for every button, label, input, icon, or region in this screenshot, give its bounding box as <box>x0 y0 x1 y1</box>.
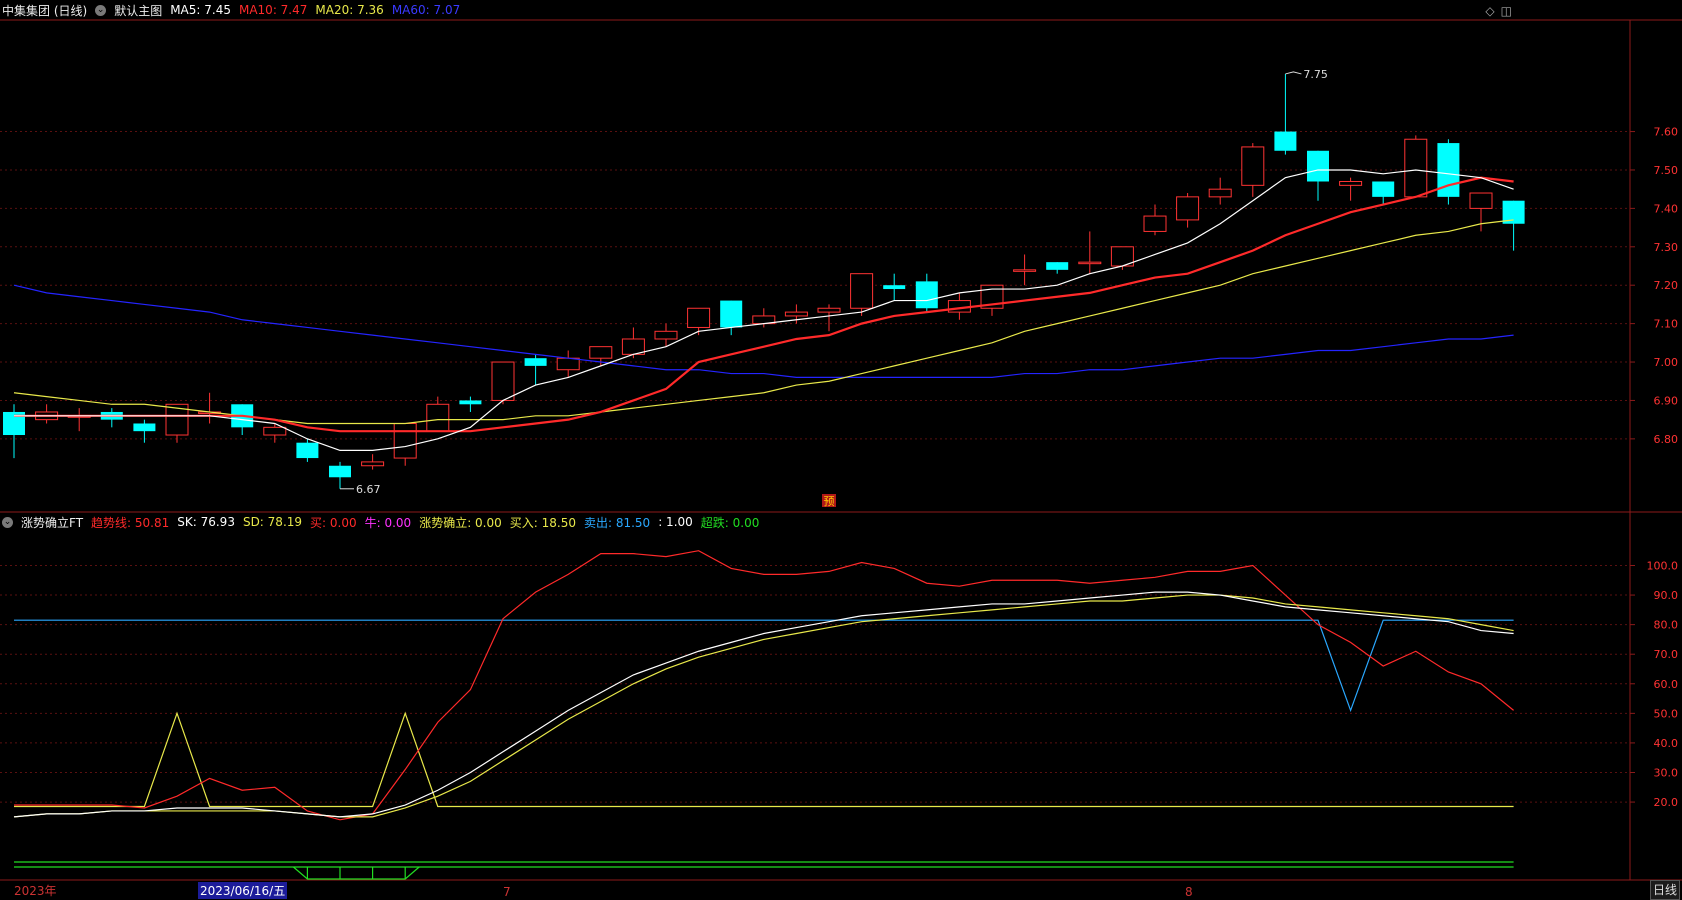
main-chart-header: 中集集团 (日线) ⌄ 默认主图 MA5: 7.45 MA10: 7.47 MA… <box>2 0 460 20</box>
trend-line <box>14 550 1514 821</box>
candle-body <box>720 300 743 328</box>
window-controls: ◇ ◫ <box>1485 4 1512 18</box>
price-tick-label: 7.60 <box>1654 126 1679 139</box>
indicator-value-1: SK: 76.93 <box>177 515 235 529</box>
candle-body <box>1241 146 1265 186</box>
indicator-name[interactable]: 涨势确立FT <box>21 514 83 531</box>
price-tick-label: 6.80 <box>1654 433 1679 446</box>
candle-body <box>1404 138 1428 198</box>
indicator-tick-label: 40.0 <box>1654 737 1679 750</box>
ma5-label: MA5: 7.45 <box>170 3 231 17</box>
candle-body <box>654 330 678 340</box>
price-tick-label: 7.00 <box>1654 356 1679 369</box>
candle-body <box>915 281 938 309</box>
daily-tab[interactable]: 日线 <box>1650 880 1680 900</box>
indicator-value-3: 买: 0.00 <box>310 515 357 530</box>
indicator-value-0: 趋势线: 50.81 <box>91 515 170 530</box>
candle-body <box>393 422 417 459</box>
stock-chart-window: 7.60 7.50 7.40 7.30 7.20 7.10 7.00 6.90 6.80 7.75… <box>0 0 1682 900</box>
candle-body <box>589 346 613 359</box>
candle-body <box>883 285 906 290</box>
candle-body <box>1013 269 1037 272</box>
price-tick-label: 7.10 <box>1654 318 1679 331</box>
indicator-value-7: 卖出: 81.50 <box>583 515 651 530</box>
indicator-value-5: 涨势确立: 0.00 <box>419 515 502 530</box>
chart-canvas[interactable]: 7.60 7.50 7.40 7.30 7.20 7.10 7.00 6.90 6.80 7.75… <box>0 0 1682 900</box>
high-label: 7.75 <box>1303 68 1328 81</box>
candle-body <box>263 426 287 436</box>
candle-body <box>459 400 482 405</box>
ma20-label: MA20: 7.36 <box>315 3 384 17</box>
stock-name[interactable]: 中集集团 (日线) <box>2 2 87 19</box>
candle-body <box>1372 181 1395 197</box>
candle-body <box>133 423 156 432</box>
candle-body <box>1469 192 1493 209</box>
x-label-year: 2023年 <box>14 884 57 898</box>
candle-body <box>524 358 547 366</box>
price-tick-label: 7.20 <box>1654 279 1679 292</box>
indicator-tick-label: 60.0 <box>1654 678 1679 691</box>
oversold-histogram <box>293 866 420 880</box>
indicator-tick-label: 90.0 <box>1654 589 1679 602</box>
chevron-down-icon[interactable]: ⌄ <box>2 516 13 528</box>
sk-line <box>13 591 1514 818</box>
indicator-tick-label: 20.0 <box>1654 796 1679 809</box>
main-chart-label[interactable]: 默认主图 <box>114 2 162 19</box>
indicator-value-4: 牛: 0.00 <box>364 515 412 530</box>
candle-body <box>850 273 874 309</box>
candle-body <box>426 403 450 432</box>
forecast-label: 预 <box>824 495 835 508</box>
candle-body <box>784 311 808 317</box>
chevron-down-icon[interactable]: ⌄ <box>95 4 107 16</box>
indicator-value-8: : 1.00 <box>658 515 693 529</box>
indicator-tick-label: 50.0 <box>1654 707 1679 720</box>
candle-body <box>1339 180 1363 186</box>
ma60-line <box>13 284 1514 378</box>
high-marker <box>1285 71 1302 75</box>
candle-body <box>296 442 319 459</box>
candle-body <box>1274 131 1297 151</box>
indicator-tick-label: 100.0 <box>1647 559 1679 572</box>
selected-date: 2023/06/16/五 <box>198 882 288 899</box>
diamond-icon[interactable]: ◇ <box>1485 4 1494 18</box>
window-icon[interactable]: ◫ <box>1501 4 1512 18</box>
candle-body <box>361 461 385 467</box>
price-tick-label: 7.40 <box>1654 202 1679 215</box>
price-tick-label: 6.90 <box>1654 394 1679 407</box>
candle-body <box>687 307 711 328</box>
indicator-value-2: SD: 78.19 <box>242 515 303 529</box>
candle-body <box>329 465 351 478</box>
price-tick-label: 7.30 <box>1654 241 1679 254</box>
candle-body <box>1143 215 1167 232</box>
indicator-tick-label: 30.0 <box>1654 766 1679 779</box>
candle-body <box>1078 261 1102 265</box>
candle-body <box>1307 150 1329 182</box>
candle-body <box>556 357 580 371</box>
price-tick-label: 7.50 <box>1654 164 1679 177</box>
indicator-value-9: 超跌: 0.00 <box>700 515 760 530</box>
indicator-header: ⌄ 涨势确立FT 趋势线: 50.81 SK: 76.93 SD: 78.19 买: … <box>2 512 759 532</box>
low-label: 6.67 <box>356 483 381 496</box>
buy-line <box>14 711 1514 808</box>
x-label-july: 7 <box>503 885 511 899</box>
ma10-label: MA10: 7.47 <box>238 3 308 17</box>
indicator-value-6: 买入: 18.50 <box>509 515 576 530</box>
candle-body <box>1176 196 1200 221</box>
sd-line <box>13 594 1514 818</box>
indicator-tick-label: 70.0 <box>1654 648 1679 661</box>
candle-body <box>1208 188 1232 198</box>
candle-body <box>1046 262 1069 270</box>
candle-body <box>817 307 841 313</box>
indicator-tick-label: 80.0 <box>1654 619 1679 632</box>
ma60-label: MA60: 7.07 <box>391 3 461 17</box>
x-label-august: 8 <box>1185 885 1193 899</box>
candle-body <box>491 361 515 401</box>
